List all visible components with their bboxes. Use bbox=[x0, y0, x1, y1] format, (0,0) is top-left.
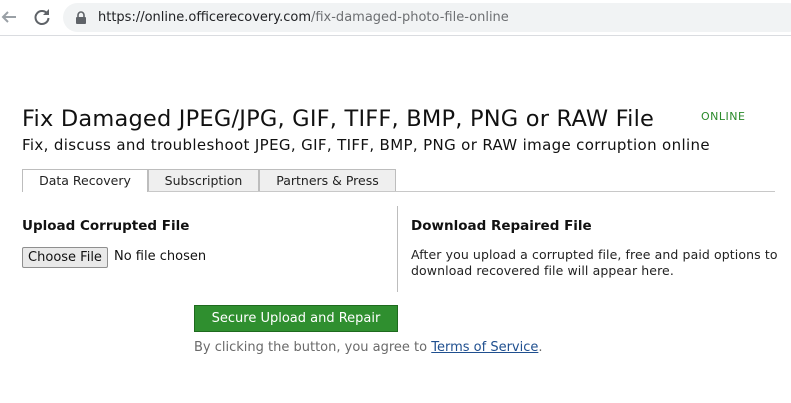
upload-heading: Upload Corrupted File bbox=[22, 218, 190, 234]
download-description: After you upload a corrupted file, free … bbox=[411, 247, 778, 278]
reload-icon[interactable] bbox=[31, 6, 53, 28]
online-badge: ONLINE bbox=[701, 110, 746, 123]
address-bar[interactable]: https://online.officerecovery.com/fix-da… bbox=[63, 3, 791, 32]
secure-upload-repair-button[interactable]: Secure Upload and Repair bbox=[194, 305, 398, 332]
terms-agreement: By clicking the button, you agree to Ter… bbox=[194, 340, 543, 355]
tab-data-recovery[interactable]: Data Recovery bbox=[22, 169, 148, 192]
url-text: https://online.officerecovery.com/fix-da… bbox=[98, 10, 509, 25]
agreement-suffix: . bbox=[538, 340, 543, 355]
terms-of-service-link[interactable]: Terms of Service bbox=[431, 340, 538, 355]
browser-toolbar: https://online.officerecovery.com/fix-da… bbox=[0, 0, 791, 36]
tab-subscription[interactable]: Subscription bbox=[148, 169, 259, 191]
choose-file-button[interactable]: Choose File bbox=[22, 247, 108, 268]
file-status-text: No file chosen bbox=[114, 249, 207, 264]
page-title: Fix Damaged JPEG/JPG, GIF, TIFF, BMP, PN… bbox=[22, 106, 655, 132]
column-divider bbox=[397, 206, 398, 292]
download-heading: Download Repaired File bbox=[411, 218, 592, 234]
tab-partners-press[interactable]: Partners & Press bbox=[259, 169, 396, 191]
lock-icon bbox=[76, 11, 86, 24]
page-subtitle: Fix, discuss and troubleshoot JPEG, GIF,… bbox=[22, 136, 710, 154]
back-arrow-icon[interactable] bbox=[0, 6, 20, 28]
agreement-text: By clicking the button, you agree to bbox=[194, 340, 432, 355]
